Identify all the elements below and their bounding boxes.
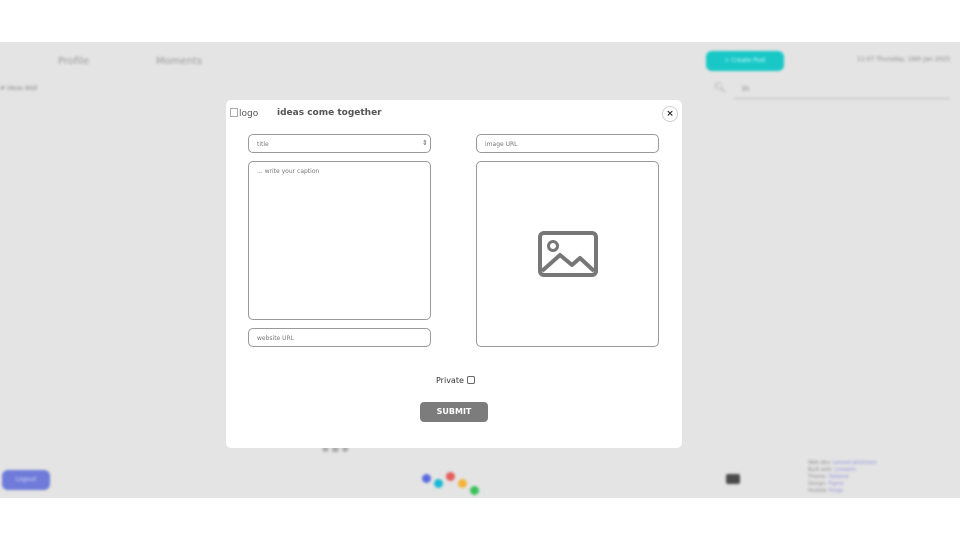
info-line: Hosted: Forge xyxy=(808,488,843,494)
info-line: Theme: Tailwind xyxy=(808,474,849,480)
info-line: Built with: Livewire xyxy=(808,467,856,473)
private-checkbox[interactable] xyxy=(466,376,475,384)
brand-dot xyxy=(470,486,479,495)
create-idea-modal: logo ideas come together × title ⇕ image… xyxy=(226,100,682,448)
page-heading: # Ideas Wall xyxy=(0,85,38,92)
website-placeholder: website URL xyxy=(257,335,295,342)
info-line: Web dev: Laravel Jetstream xyxy=(808,460,877,466)
title-input[interactable]: title ⇕ xyxy=(248,134,431,153)
submit-button[interactable]: SUBMIT xyxy=(420,402,488,422)
brand-dot xyxy=(434,479,443,488)
image-url-placeholder: image URL xyxy=(485,141,518,148)
logout-button[interactable]: Logout xyxy=(2,470,50,490)
nav-profile[interactable]: Profile xyxy=(58,56,89,67)
image-url-input[interactable]: image URL xyxy=(476,134,659,153)
search-underline xyxy=(734,98,950,99)
image-preview[interactable] xyxy=(476,161,659,347)
nav-moments[interactable]: Moments xyxy=(156,56,202,67)
close-icon: × xyxy=(666,109,674,119)
brand-dot xyxy=(422,474,431,483)
game-icon[interactable] xyxy=(726,474,740,484)
stepper-icon[interactable]: ⇕ xyxy=(422,139,428,148)
search-input[interactable]: in xyxy=(742,84,749,93)
brand-dots xyxy=(420,470,480,498)
search-icon[interactable]: 🔍︎ xyxy=(714,83,727,94)
private-label: Private xyxy=(436,376,464,385)
close-button[interactable]: × xyxy=(662,106,678,122)
broken-image-icon xyxy=(230,108,238,117)
image-icon xyxy=(538,231,598,277)
caption-placeholder: ... write your caption xyxy=(257,168,320,175)
create-post-button[interactable]: + Create Post xyxy=(706,51,784,71)
footer-info: Web dev: Laravel Jetstream Built with: L… xyxy=(808,460,877,495)
brand-dot xyxy=(446,472,455,481)
title-placeholder: title xyxy=(257,141,269,148)
modal-tagline: ideas come together xyxy=(277,108,382,118)
caption-textarea[interactable]: ... write your caption xyxy=(248,161,431,320)
date-text: 11:07 Thursday, 16th Jan 2025 xyxy=(857,56,951,63)
info-line: Design: Figma xyxy=(808,481,844,487)
website-url-input[interactable]: website URL xyxy=(248,328,431,347)
private-toggle: Private xyxy=(436,376,475,385)
logo: logo xyxy=(230,108,258,119)
brand-dot xyxy=(458,479,467,488)
logo-alt-text: logo xyxy=(239,109,259,119)
